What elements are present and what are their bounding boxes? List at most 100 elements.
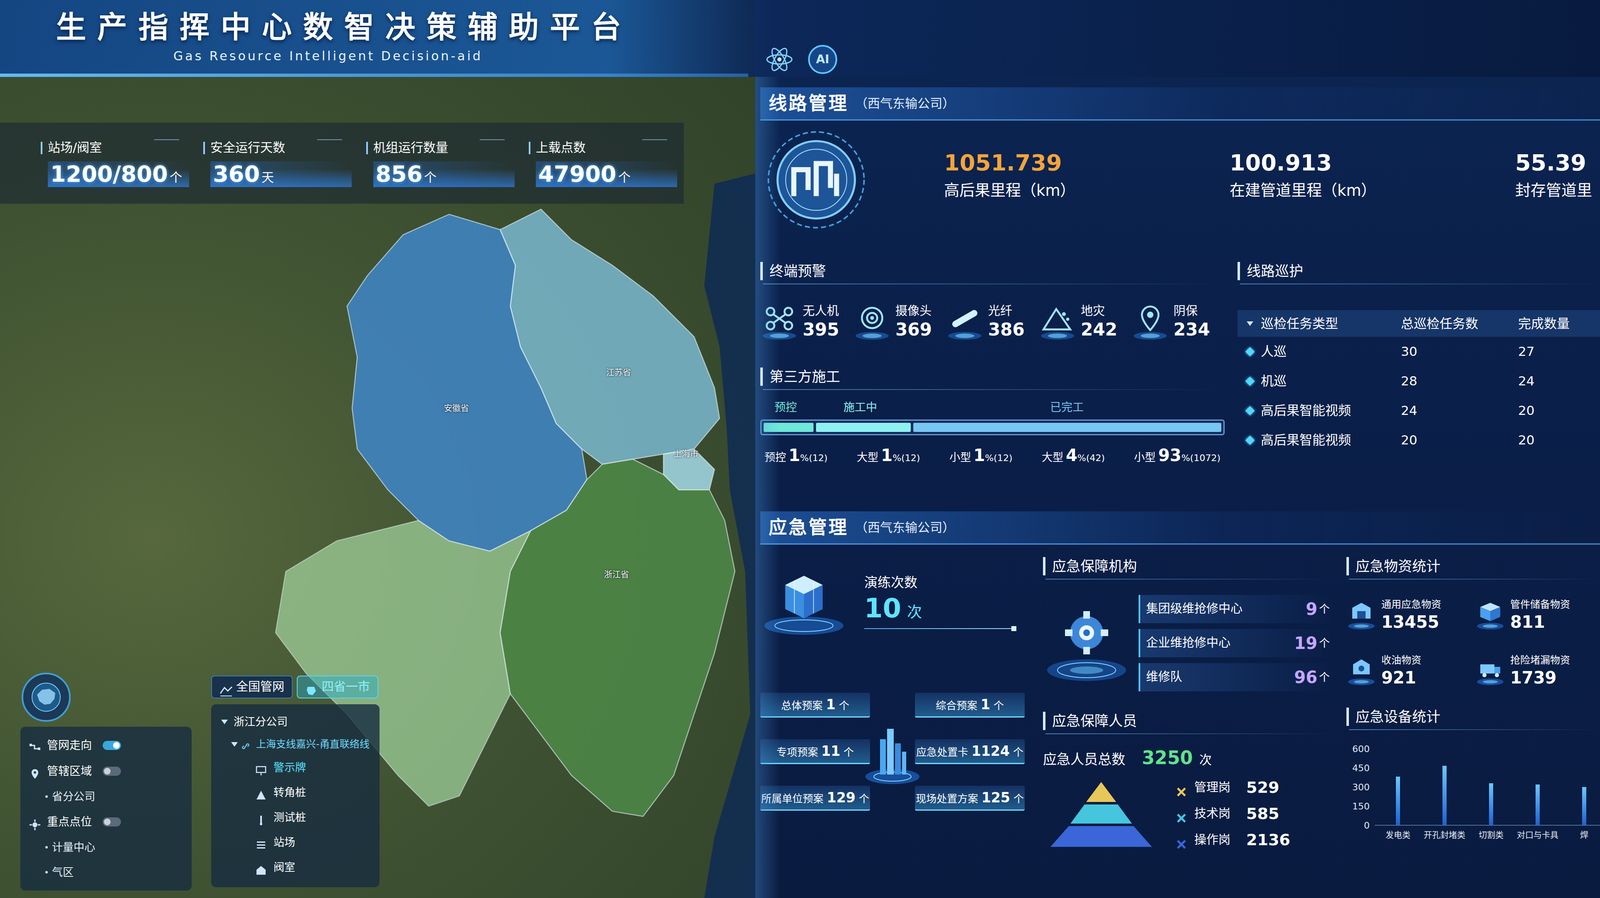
terminal-item[interactable]: 摄像头369 bbox=[853, 296, 946, 347]
table-row[interactable]: 人巡3027 bbox=[1237, 336, 1600, 367]
page-title: 生产指挥中心数智决策辅助平台 bbox=[56, 9, 765, 45]
tree-tab-label: 四省一市 bbox=[321, 677, 370, 697]
drill-area: 演练次数10次总体预案1个综合预案1个专项预案11个应急处置卡1124个所属单位… bbox=[760, 557, 1027, 852]
table-cell: 机巡 bbox=[1237, 371, 1401, 391]
terminal-item[interactable]: 阴保234 bbox=[1131, 296, 1224, 347]
y-tick: 600 bbox=[1346, 744, 1370, 755]
stat-label: 小型 bbox=[1134, 449, 1156, 466]
stat-value-row: 856个 bbox=[373, 161, 515, 188]
city-icon bbox=[861, 710, 924, 794]
stat-value: 93 bbox=[1158, 442, 1182, 468]
cross-icon bbox=[1175, 782, 1187, 794]
layer-toggle[interactable] bbox=[102, 740, 121, 750]
ai-button[interactable]: AI bbox=[808, 44, 838, 74]
tree-tab[interactable]: 四省一市 bbox=[296, 675, 379, 699]
terminal-item[interactable]: 无人机395 bbox=[760, 296, 854, 347]
province-area[interactable] bbox=[500, 459, 735, 817]
table-cell: 24 bbox=[1400, 400, 1519, 421]
layer-row: 管辖区域 bbox=[28, 758, 184, 784]
table-cell: 高后果智能视频 bbox=[1237, 400, 1401, 421]
chart-bar[interactable] bbox=[1582, 786, 1587, 825]
supply-value: 811 bbox=[1510, 611, 1571, 632]
tree-node[interactable]: 上海支线嘉兴-甬直联络线 bbox=[216, 733, 374, 755]
chart-bar[interactable] bbox=[1395, 776, 1401, 826]
agency-unit: 个 bbox=[1318, 635, 1330, 652]
terminal-item[interactable]: 光纤386 bbox=[945, 296, 1039, 347]
atom-icon bbox=[764, 44, 794, 74]
map[interactable]: 安徽省江苏省上海市浙江省 站场/阀室1200/800个安全运行天数360天机组运… bbox=[0, 0, 756, 898]
tree-tab[interactable]: 全国管网 bbox=[211, 675, 293, 699]
layer-subitem[interactable]: 计量中心 bbox=[28, 834, 184, 860]
plan-center bbox=[870, 681, 915, 822]
tree-item[interactable]: 测试桩 bbox=[216, 804, 374, 830]
terminal-text: 地灾242 bbox=[1080, 303, 1118, 341]
terminal-value: 369 bbox=[895, 319, 932, 341]
header-tools: AI bbox=[764, 0, 838, 77]
terminal-value: 234 bbox=[1173, 319, 1211, 341]
layer-type-icon bbox=[255, 786, 267, 799]
construction-legend: 预控施工中已完工 bbox=[760, 400, 1225, 418]
cube-icon bbox=[760, 563, 848, 639]
agency-row: 集团级维抢修中心9个 bbox=[1138, 594, 1334, 624]
supply-grid: 通用应急物资13455管件储备物资811收油物资921抢险堵漏物资1739 bbox=[1346, 590, 1600, 695]
table-header: 巡检任务类型总巡检任务数完成数量 bbox=[1237, 310, 1600, 337]
personnel-body: 管理岗529技术岗585操作岗2136 bbox=[1042, 775, 1334, 852]
total-value: 3250 bbox=[1141, 744, 1193, 772]
x-tick: 开孔封堵类 bbox=[1421, 828, 1468, 842]
stat-value-row: 1200/800个 bbox=[47, 161, 190, 188]
table-row[interactable]: 高后果智能视频2020 bbox=[1237, 425, 1600, 455]
fiber-icon bbox=[945, 302, 984, 341]
bar-slot bbox=[1421, 749, 1468, 825]
caret-icon bbox=[221, 719, 228, 725]
tree-item-label: 测试桩 bbox=[273, 809, 306, 826]
layer-toggle[interactable] bbox=[102, 817, 121, 827]
tree-item[interactable]: 站场 bbox=[216, 829, 374, 855]
stat-unit: %(12) bbox=[800, 451, 828, 465]
table-cell: 24 bbox=[1518, 371, 1600, 391]
stat-unit: %(42) bbox=[1077, 451, 1105, 465]
tree-item-label: 警示牌 bbox=[273, 759, 306, 776]
chart-bar[interactable] bbox=[1489, 783, 1494, 825]
kpi-label: 在建管道里程（km） bbox=[1229, 179, 1516, 202]
terminal-item[interactable]: 地灾242 bbox=[1038, 296, 1132, 347]
tree-item[interactable]: 警示牌 bbox=[216, 754, 374, 780]
table-row[interactable]: 机巡2824 bbox=[1237, 366, 1600, 396]
chart-bar[interactable] bbox=[1442, 765, 1447, 826]
construction-legend-label: 施工中 bbox=[811, 400, 910, 415]
plan-pill[interactable]: 综合预案1个 bbox=[914, 692, 1025, 718]
personnel-value: 585 bbox=[1246, 801, 1280, 826]
sub-section-title: 第三方施工 bbox=[760, 367, 1225, 386]
tree-item[interactable]: 阀室 bbox=[216, 854, 374, 880]
plan-pill[interactable]: 专项预案11个 bbox=[760, 739, 871, 765]
stat-label: 大型 bbox=[856, 449, 879, 466]
personnel-row: 操作岗2136 bbox=[1175, 828, 1291, 852]
plan-pill[interactable]: 所属单位预案129个 bbox=[760, 785, 871, 812]
plan-pill[interactable]: 总体预案1个 bbox=[760, 692, 871, 718]
table-row[interactable]: 高后果智能视频2420 bbox=[1237, 395, 1600, 426]
province-label: 浙江省 bbox=[604, 568, 629, 581]
tree-tabs: 全国管网 四省一市 bbox=[211, 675, 379, 699]
plan-pill[interactable]: 现场处置方案125个 bbox=[914, 785, 1025, 812]
y-tick: 300 bbox=[1346, 782, 1370, 793]
cell-text: 30 bbox=[1400, 343, 1418, 359]
tree-node[interactable]: 浙江分公司 bbox=[216, 710, 374, 734]
plan-cluster: 总体预案1个 综合预案1个专项预案11个 应急处置卡1124个所属单位预案129个 现… bbox=[760, 681, 1027, 822]
province-area[interactable] bbox=[500, 209, 720, 465]
layer-subitem[interactable]: 省分公司 bbox=[28, 783, 184, 809]
plan-label: 应急处置卡 bbox=[916, 744, 969, 761]
agency-row: 维修队96个 bbox=[1138, 663, 1334, 692]
plan-pill[interactable]: 应急处置卡1124个 bbox=[914, 739, 1025, 765]
chart-bar[interactable] bbox=[1535, 784, 1540, 825]
construction-segment bbox=[913, 422, 1222, 432]
construction-stat: 小型1%(12) bbox=[949, 442, 1013, 468]
layer-subitem[interactable]: 气区 bbox=[28, 859, 184, 885]
supply-label: 收油物资 bbox=[1381, 652, 1422, 668]
sub-section-title: 应急保障人员 bbox=[1042, 711, 1334, 730]
supply-text: 抢险堵漏物资1739 bbox=[1510, 652, 1571, 688]
gear-icon bbox=[1042, 595, 1131, 691]
layer-toggle[interactable] bbox=[102, 766, 121, 776]
plan-label: 所属单位预案 bbox=[761, 791, 824, 807]
y-tick: 150 bbox=[1346, 801, 1370, 812]
tree-item[interactable]: 转角桩 bbox=[216, 779, 374, 805]
globe-button[interactable] bbox=[21, 672, 71, 722]
